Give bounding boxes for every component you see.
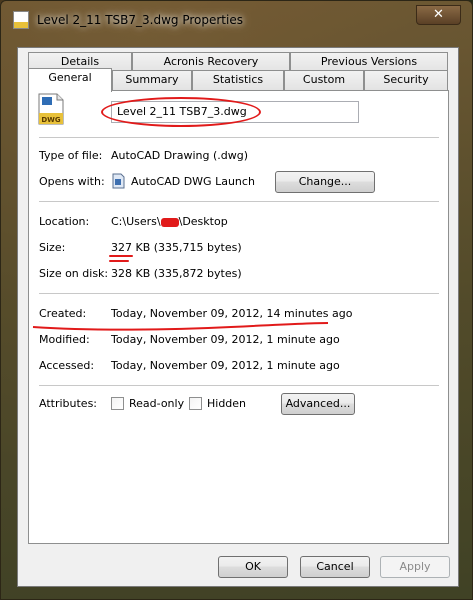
tab-general[interactable]: General bbox=[28, 68, 112, 92]
separator bbox=[39, 137, 439, 138]
close-button[interactable]: ✕ bbox=[416, 5, 461, 25]
tab-statistics[interactable]: Statistics bbox=[192, 70, 284, 90]
red-underline-annotation bbox=[109, 260, 129, 262]
tab-security[interactable]: Security bbox=[364, 70, 448, 90]
attributes-label: Attributes: bbox=[39, 397, 98, 410]
apply-button[interactable]: Apply bbox=[380, 556, 450, 578]
hidden-checkbox[interactable] bbox=[189, 397, 202, 410]
dwg-badge-text: DWG bbox=[41, 116, 61, 124]
red-underline-annotation bbox=[109, 255, 133, 257]
size-on-disk-label: Size on disk: bbox=[39, 267, 109, 280]
modified-label: Modified: bbox=[39, 333, 90, 346]
tab-previous-versions[interactable]: Previous Versions bbox=[290, 52, 448, 72]
ok-button[interactable]: OK bbox=[218, 556, 288, 578]
hidden-label[interactable]: Hidden bbox=[207, 397, 246, 410]
separator bbox=[39, 385, 439, 386]
cancel-button[interactable]: Cancel bbox=[300, 556, 370, 578]
general-tab-content: DWG Level 2_11 TSB7_3.dwg Type of file: … bbox=[28, 90, 449, 544]
location-label: Location: bbox=[39, 215, 90, 228]
tab-custom[interactable]: Custom bbox=[284, 70, 364, 90]
readonly-checkbox[interactable] bbox=[111, 397, 124, 410]
size-on-disk-value: 328 KB (335,872 bytes) bbox=[111, 267, 242, 280]
change-button[interactable]: Change... bbox=[275, 171, 375, 193]
tab-summary[interactable]: Summary bbox=[112, 70, 192, 90]
accessed-label: Accessed: bbox=[39, 359, 95, 372]
tab-acronis-recovery[interactable]: Acronis Recovery bbox=[132, 52, 290, 72]
type-value: AutoCAD Drawing (.dwg) bbox=[111, 149, 248, 162]
dwg-file-small-icon bbox=[13, 11, 29, 29]
opens-with-label: Opens with: bbox=[39, 175, 105, 188]
opens-with-value: AutoCAD DWG Launch bbox=[131, 175, 255, 188]
redacted-username bbox=[160, 217, 179, 227]
advanced-button[interactable]: Advanced... bbox=[281, 393, 355, 415]
size-label: Size: bbox=[39, 241, 66, 254]
separator bbox=[39, 293, 439, 294]
dwg-file-icon: DWG bbox=[38, 93, 64, 125]
window-title: Level 2_11 TSB7_3.dwg Properties bbox=[37, 13, 243, 27]
type-label: Type of file: bbox=[39, 149, 103, 162]
location-value: C:\Users\ \Desktop bbox=[111, 215, 228, 228]
location-prefix: C:\Users\ bbox=[111, 215, 161, 228]
dialog-panel: Details Acronis Recovery Previous Versio… bbox=[17, 47, 459, 587]
red-ellipse-annotation bbox=[101, 97, 261, 127]
autocad-app-icon bbox=[112, 173, 125, 189]
modified-value: Today, November 09, 2012, 1 minute ago bbox=[111, 333, 340, 346]
accessed-value: Today, November 09, 2012, 1 minute ago bbox=[111, 359, 340, 372]
size-value: 327 KB (335,715 bytes) bbox=[111, 241, 242, 254]
separator bbox=[39, 201, 439, 202]
properties-window: Level 2_11 TSB7_3.dwg Properties ✕ Detai… bbox=[0, 0, 473, 600]
title-bar[interactable]: Level 2_11 TSB7_3.dwg Properties ✕ bbox=[1, 1, 473, 41]
red-underline-annotation bbox=[32, 322, 329, 331]
readonly-label[interactable]: Read-only bbox=[129, 397, 184, 410]
location-suffix: \Desktop bbox=[178, 215, 228, 228]
